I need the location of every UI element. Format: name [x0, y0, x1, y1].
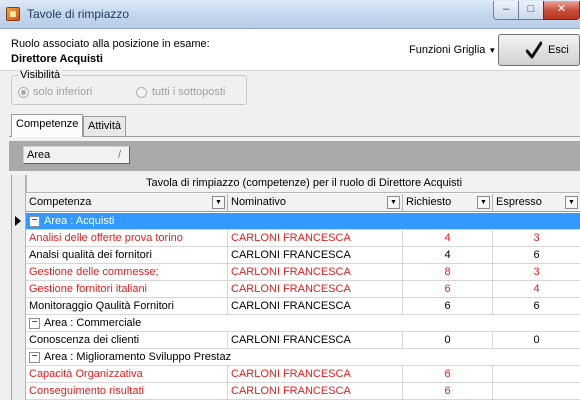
- table-row[interactable]: Gestione delle commesse; CARLONI FRANCESC…: [26, 264, 580, 281]
- current-row-indicator-icon: [15, 216, 21, 226]
- cell-competenza[interactable]: Gestione delle commesse;: [26, 264, 228, 281]
- cell-richiesto[interactable]: 8: [403, 264, 493, 281]
- cell-nominativo[interactable]: CARLONI FRANCESCA: [228, 298, 403, 315]
- column-header-nominativo[interactable]: Nominativo ▼: [228, 194, 403, 212]
- collapse-group-icon[interactable]: −: [29, 318, 40, 329]
- cell-espresso[interactable]: 3: [493, 264, 580, 281]
- cell-nominativo[interactable]: CARLONI FRANCESCA: [228, 366, 403, 383]
- cell-competenza[interactable]: Conoscenza dei clienti: [26, 332, 228, 349]
- exit-button-label: Esci: [548, 44, 569, 56]
- group-row[interactable]: − Area : Acquisti: [26, 213, 580, 230]
- cell-richiesto[interactable]: 6: [403, 366, 493, 383]
- column-header-label: Espresso: [496, 196, 542, 208]
- cell-competenza[interactable]: Monitoraggio Qaulità Fornitori: [26, 298, 228, 315]
- tab-attivita[interactable]: Attività: [83, 116, 127, 136]
- column-header-label: Richiesto: [406, 196, 452, 208]
- cell-nominativo[interactable]: CARLONI FRANCESCA: [228, 264, 403, 281]
- replacement-grid: Tavola di rimpiazzo (competenze) per il …: [11, 175, 580, 400]
- exit-button[interactable]: Esci: [498, 34, 580, 66]
- close-button[interactable]: ✕: [543, 1, 580, 20]
- radio-tutti-sottoposti-label: tutti i sottoposti: [152, 86, 226, 98]
- header-panel: Ruolo associato alla posizione in esame:…: [0, 29, 580, 71]
- minimize-button[interactable]: –: [493, 1, 519, 20]
- cell-competenza[interactable]: Capacità Organizzativa: [26, 366, 228, 383]
- grid-title: Tavola di rimpiazzo (competenze) per il …: [26, 175, 580, 193]
- cell-espresso[interactable]: 3: [493, 230, 580, 247]
- group-row-label: Area : Miglioramento Sviluppo Prestaz: [44, 351, 232, 363]
- collapse-group-icon[interactable]: −: [29, 216, 40, 227]
- table-row[interactable]: Gestione fornitori italiani CARLONI FRANC…: [26, 281, 580, 298]
- cell-richiesto[interactable]: 0: [403, 332, 493, 349]
- table-row[interactable]: Analsi qualità dei fornitori CARLONI FRAN…: [26, 247, 580, 264]
- table-row[interactable]: Capacità Organizzativa CARLONI FRANCESCA 6: [26, 366, 580, 383]
- filter-dropdown-icon[interactable]: ▼: [387, 196, 400, 209]
- sort-icon: /: [117, 149, 121, 161]
- cell-nominativo[interactable]: CARLONI FRANCESCA: [228, 230, 403, 247]
- chevron-down-icon: ▼: [488, 46, 497, 55]
- visibility-group: Visibilità solo inferiori tutti i sottop…: [11, 69, 247, 105]
- cell-espresso[interactable]: [493, 366, 580, 383]
- cell-espresso[interactable]: 6: [493, 247, 580, 264]
- tab-divider: [9, 136, 580, 137]
- table-row[interactable]: Conseguimento risultati CARLONI FRANCESCA…: [26, 383, 580, 400]
- cell-competenza[interactable]: Analisi delle offerte prova torino: [26, 230, 228, 247]
- collapse-group-icon[interactable]: −: [29, 352, 40, 363]
- cell-competenza[interactable]: Conseguimento risultati: [26, 383, 228, 400]
- column-header-label: Nominativo: [231, 196, 287, 208]
- row-indicator-column: [12, 175, 26, 400]
- cell-espresso[interactable]: 4: [493, 281, 580, 298]
- group-row-label: Area : Acquisti: [44, 215, 115, 227]
- role-name: Direttore Acquisti: [11, 53, 103, 65]
- visibility-legend: Visibilità: [18, 69, 63, 81]
- maximize-button[interactable]: □: [518, 1, 544, 20]
- app-icon: [6, 7, 20, 21]
- table-row[interactable]: Conoscenza dei clienti CARLONI FRANCESCA 0…: [26, 332, 580, 349]
- group-by-area-chip[interactable]: Area /: [23, 146, 130, 164]
- column-header-label: Competenza: [29, 196, 92, 208]
- column-header-competenza[interactable]: Competenza ▼: [26, 194, 228, 212]
- radio-tutti-sottoposti[interactable]: [136, 87, 147, 98]
- filter-dropdown-icon[interactable]: ▼: [477, 196, 490, 209]
- window-title: Tavole di rimpiazzo: [27, 7, 130, 21]
- cell-nominativo[interactable]: CARLONI FRANCESCA: [228, 281, 403, 298]
- cell-espresso[interactable]: 0: [493, 332, 580, 349]
- cell-richiesto[interactable]: 4: [403, 247, 493, 264]
- cell-competenza[interactable]: Analsi qualità dei fornitori: [26, 247, 228, 264]
- cell-nominativo[interactable]: CARLONI FRANCESCA: [228, 332, 403, 349]
- role-caption: Ruolo associato alla posizione in esame:: [11, 38, 210, 50]
- cell-espresso[interactable]: [493, 383, 580, 400]
- group-row-label: Area : Commerciale: [44, 317, 142, 329]
- group-by-area-label: Area: [27, 149, 51, 161]
- table-row[interactable]: Monitoraggio Qaulità Fornitori CARLONI FR…: [26, 298, 580, 315]
- group-row[interactable]: − Area : Commerciale: [26, 315, 580, 332]
- column-header-espresso[interactable]: Espresso ▼: [493, 194, 580, 212]
- group-by-panel: Area /: [9, 141, 580, 171]
- checkmark-icon: [526, 41, 542, 59]
- table-row[interactable]: Analisi delle offerte prova torino CARLON…: [26, 230, 580, 247]
- cell-nominativo[interactable]: CARLONI FRANCESCA: [228, 383, 403, 400]
- column-header-richiesto[interactable]: Richiesto ▼: [403, 194, 493, 212]
- filter-dropdown-icon[interactable]: ▼: [212, 196, 225, 209]
- cell-richiesto[interactable]: 4: [403, 230, 493, 247]
- cell-competenza[interactable]: Gestione fornitori italiani: [26, 281, 228, 298]
- cell-richiesto[interactable]: 6: [403, 383, 493, 400]
- radio-solo-inferiori-label: solo inferiori: [33, 86, 93, 98]
- grid-functions-menu[interactable]: Funzioni Griglia ▼: [409, 44, 496, 56]
- cell-richiesto[interactable]: 6: [403, 281, 493, 298]
- title-bar[interactable]: Tavole di rimpiazzo – □ ✕: [0, 0, 580, 29]
- tab-competenze[interactable]: Competenze: [11, 114, 84, 137]
- cell-richiesto[interactable]: 6: [403, 298, 493, 315]
- group-row[interactable]: − Area : Miglioramento Sviluppo Prestaz: [26, 349, 580, 366]
- filter-dropdown-icon[interactable]: ▼: [565, 196, 578, 209]
- cell-espresso[interactable]: 6: [493, 298, 580, 315]
- grid-functions-label: Funzioni Griglia: [409, 44, 486, 56]
- radio-solo-inferiori[interactable]: [18, 87, 29, 98]
- cell-nominativo[interactable]: CARLONI FRANCESCA: [228, 247, 403, 264]
